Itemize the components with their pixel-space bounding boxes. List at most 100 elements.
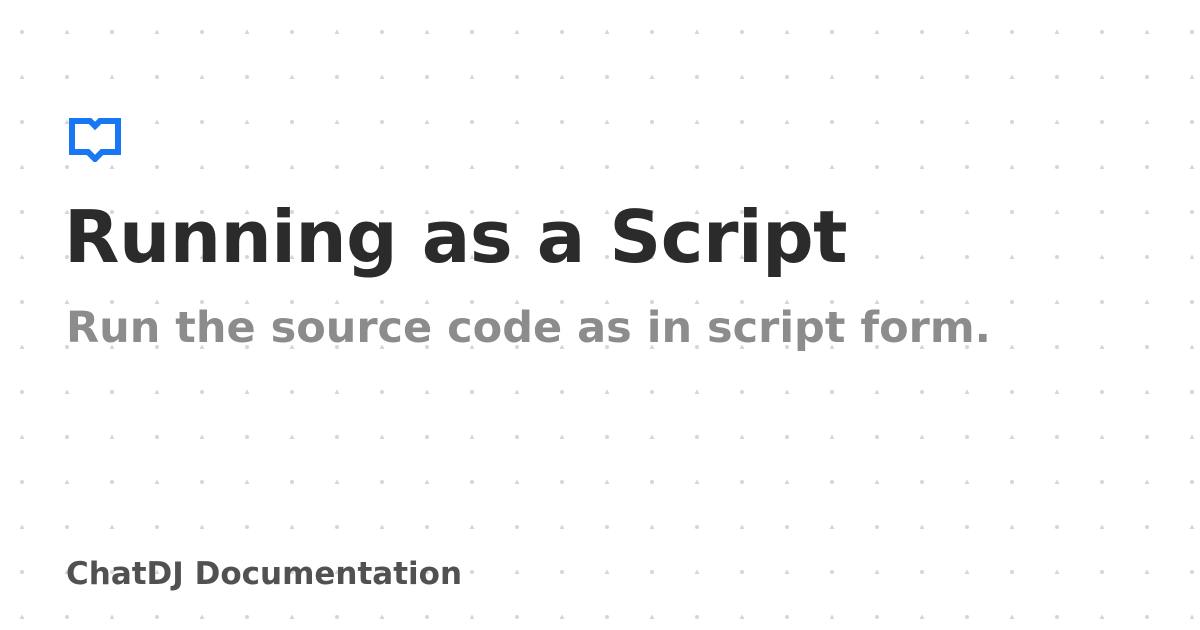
pattern-triangle <box>64 389 70 394</box>
pattern-dot <box>425 435 429 439</box>
pattern-dot <box>65 75 69 79</box>
pattern-dot <box>1100 570 1104 574</box>
pattern-triangle <box>874 119 880 124</box>
pattern-dot <box>1010 480 1014 484</box>
pattern-dot <box>650 390 654 394</box>
pattern-triangle <box>19 344 25 349</box>
pattern-triangle <box>1054 299 1060 304</box>
pattern-dot <box>695 435 699 439</box>
pattern-triangle <box>469 164 475 169</box>
pattern-triangle <box>1099 434 1105 439</box>
pattern-triangle <box>784 389 790 394</box>
pattern-dot <box>1010 300 1014 304</box>
pattern-dot <box>1100 120 1104 124</box>
pattern-dot <box>965 255 969 259</box>
pattern-triangle <box>424 119 430 124</box>
pattern-triangle <box>19 164 25 169</box>
pattern-triangle <box>334 119 340 124</box>
pattern-triangle <box>1189 164 1195 169</box>
pattern-triangle <box>649 434 655 439</box>
pattern-triangle <box>559 434 565 439</box>
pattern-triangle <box>379 74 385 79</box>
pattern-triangle <box>964 29 970 34</box>
pattern-triangle <box>469 74 475 79</box>
pattern-dot <box>1190 300 1194 304</box>
pattern-dot <box>740 120 744 124</box>
pattern-triangle <box>199 524 205 529</box>
pattern-triangle <box>1144 389 1150 394</box>
pattern-dot <box>515 435 519 439</box>
pattern-dot <box>65 435 69 439</box>
pattern-dot <box>785 165 789 169</box>
pattern-dot <box>785 525 789 529</box>
pattern-triangle <box>1144 479 1150 484</box>
pattern-triangle <box>109 74 115 79</box>
pattern-dot <box>1055 255 1059 259</box>
pattern-triangle <box>1009 164 1015 169</box>
pattern-dot <box>380 120 384 124</box>
pattern-triangle <box>244 479 250 484</box>
pattern-dot <box>155 165 159 169</box>
pattern-triangle <box>1144 209 1150 214</box>
pattern-dot <box>1055 345 1059 349</box>
pattern-dot <box>785 75 789 79</box>
pattern-triangle <box>604 119 610 124</box>
pattern-triangle <box>604 569 610 574</box>
pattern-triangle <box>694 479 700 484</box>
pattern-triangle <box>649 164 655 169</box>
pattern-dot <box>110 390 114 394</box>
pattern-dot <box>830 30 834 34</box>
pattern-dot <box>20 390 24 394</box>
pattern-triangle <box>1009 254 1015 259</box>
pattern-dot <box>20 570 24 574</box>
pattern-triangle <box>199 434 205 439</box>
pattern-dot <box>515 615 519 619</box>
pattern-dot <box>245 75 249 79</box>
pattern-dot <box>20 480 24 484</box>
pattern-triangle <box>1144 299 1150 304</box>
pattern-dot <box>560 30 564 34</box>
pattern-dot <box>785 435 789 439</box>
pattern-triangle <box>739 164 745 169</box>
pattern-triangle <box>1009 614 1015 619</box>
pattern-dot <box>20 120 24 124</box>
pattern-triangle <box>1054 29 1060 34</box>
pattern-triangle <box>964 209 970 214</box>
pattern-dot <box>1010 210 1014 214</box>
pattern-triangle <box>1189 74 1195 79</box>
pattern-dot <box>740 570 744 574</box>
pattern-triangle <box>874 479 880 484</box>
pattern-dot <box>200 480 204 484</box>
pattern-dot <box>380 30 384 34</box>
open-book-icon <box>69 118 121 162</box>
pattern-triangle <box>559 524 565 529</box>
pattern-triangle <box>289 524 295 529</box>
pattern-dot <box>605 435 609 439</box>
pattern-dot <box>695 75 699 79</box>
pattern-triangle <box>334 29 340 34</box>
pattern-dot <box>1055 525 1059 529</box>
pattern-triangle <box>154 119 160 124</box>
pattern-dot <box>875 615 879 619</box>
site-name: ChatDJ Documentation <box>66 556 463 592</box>
pattern-dot <box>920 120 924 124</box>
pattern-triangle <box>829 74 835 79</box>
pattern-dot <box>65 165 69 169</box>
pattern-triangle <box>154 389 160 394</box>
pattern-dot <box>920 30 924 34</box>
pattern-dot <box>200 30 204 34</box>
pattern-triangle <box>829 164 835 169</box>
pattern-triangle <box>514 569 520 574</box>
pattern-dot <box>560 390 564 394</box>
pattern-dot <box>470 390 474 394</box>
pattern-dot <box>380 390 384 394</box>
pattern-dot <box>1190 120 1194 124</box>
pattern-triangle <box>424 479 430 484</box>
pattern-triangle <box>919 434 925 439</box>
pattern-dot <box>335 75 339 79</box>
pattern-triangle <box>919 254 925 259</box>
pattern-dot <box>1100 390 1104 394</box>
pattern-dot <box>470 480 474 484</box>
pattern-dot <box>1100 210 1104 214</box>
pattern-dot <box>650 480 654 484</box>
